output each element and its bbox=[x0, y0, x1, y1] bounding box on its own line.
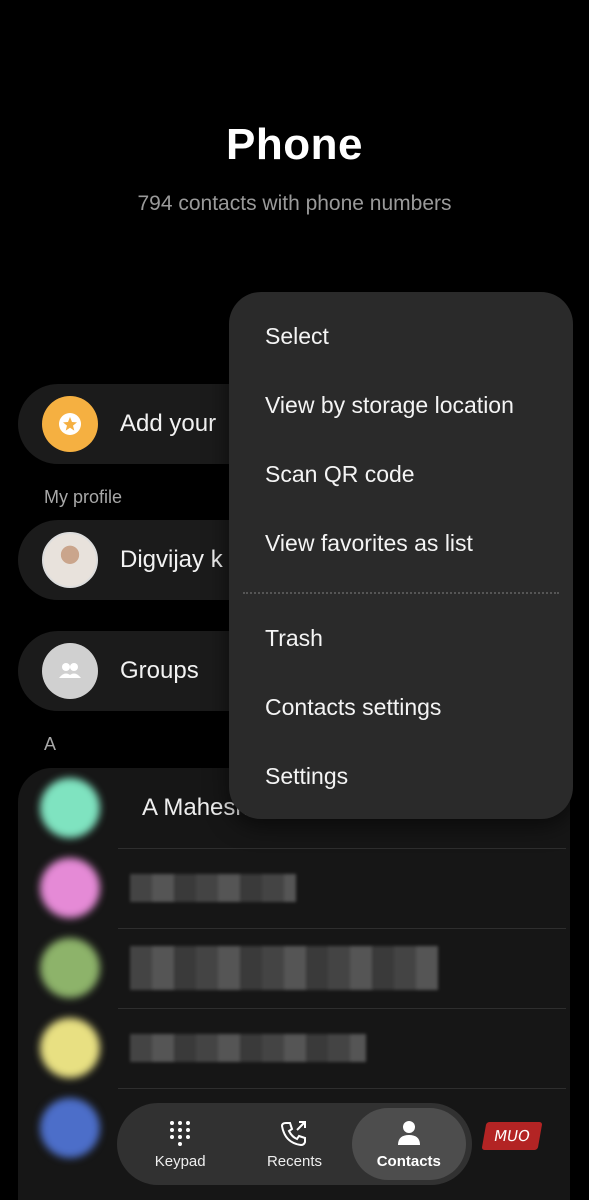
menu-item-view-favorites-as-list[interactable]: View favorites as list bbox=[229, 509, 573, 578]
groups-icon bbox=[42, 643, 98, 699]
add-profile-label: Add your bbox=[120, 410, 217, 437]
avatar bbox=[40, 938, 100, 998]
page-title: Phone bbox=[226, 120, 363, 169]
menu-divider bbox=[243, 592, 559, 594]
tab-recents[interactable]: Recents bbox=[237, 1108, 351, 1180]
redacted-name bbox=[130, 1034, 366, 1062]
menu-item-contacts-settings[interactable]: Contacts settings bbox=[229, 673, 573, 742]
menu-item-scan-qr-code[interactable]: Scan QR code bbox=[229, 440, 573, 509]
menu-item-select[interactable]: Select bbox=[229, 302, 573, 371]
star-icon bbox=[42, 396, 98, 452]
overflow-menu: Select View by storage location Scan QR … bbox=[229, 292, 573, 819]
tab-contacts[interactable]: Contacts bbox=[351, 1108, 466, 1180]
contacts-icon bbox=[397, 1120, 420, 1145]
section-letter: A bbox=[44, 734, 57, 754]
tab-keypad-label: Keypad bbox=[154, 1152, 206, 1170]
tab-keypad[interactable]: Keypad bbox=[123, 1108, 237, 1180]
my-profile-label: My profile bbox=[44, 487, 123, 507]
avatar bbox=[40, 778, 100, 838]
watermark-logo: MUO bbox=[481, 1122, 543, 1150]
groups-label: Groups bbox=[120, 657, 199, 684]
tab-contacts-label: Contacts bbox=[376, 1152, 441, 1170]
avatar bbox=[40, 1098, 100, 1158]
contacts-count: 794 contacts with phone numbers bbox=[137, 192, 452, 215]
menu-item-settings[interactable]: Settings bbox=[229, 742, 573, 811]
list-item[interactable] bbox=[18, 928, 570, 1008]
recents-icon bbox=[281, 1120, 307, 1146]
list-item[interactable] bbox=[18, 848, 570, 928]
redacted-name bbox=[130, 946, 438, 990]
tab-recents-label: Recents bbox=[266, 1152, 322, 1170]
keypad-icon bbox=[170, 1120, 191, 1146]
redacted-name bbox=[130, 874, 296, 902]
profile-name: Digvijay k bbox=[120, 546, 223, 573]
avatar bbox=[42, 532, 98, 588]
menu-item-trash[interactable]: Trash bbox=[229, 604, 573, 673]
header: Phone 794 contacts with phone numbers bbox=[0, 120, 589, 216]
bottom-nav: Keypad Recents Contacts bbox=[117, 1103, 472, 1185]
avatar bbox=[40, 1018, 100, 1078]
menu-item-view-by-storage-location[interactable]: View by storage location bbox=[229, 371, 573, 440]
list-item[interactable] bbox=[18, 1008, 570, 1088]
avatar bbox=[40, 858, 100, 918]
